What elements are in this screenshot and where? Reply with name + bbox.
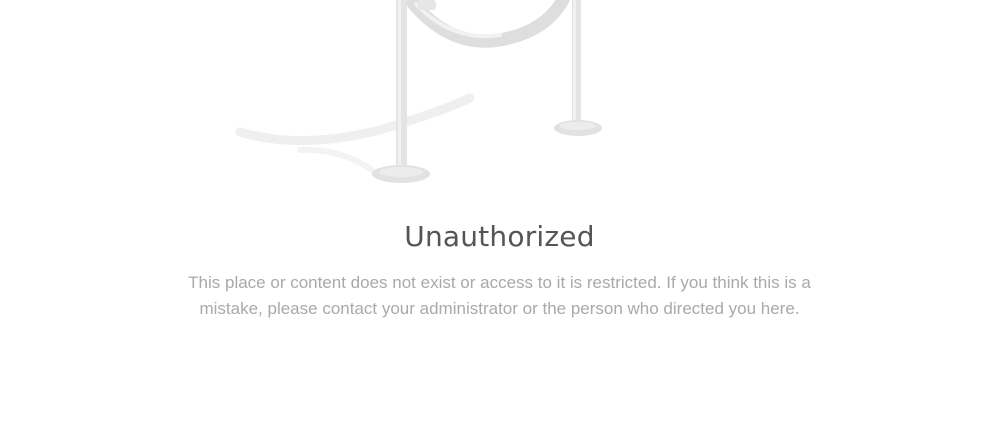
error-message: This place or content does not exist or … bbox=[188, 273, 811, 318]
velvet-rope-stanchion-icon bbox=[235, 0, 602, 183]
rope-hook bbox=[418, 0, 436, 10]
rope-shadow bbox=[235, 93, 475, 145]
unauthorized-page: Unauthorized This place or content does … bbox=[0, 0, 999, 427]
post-shadow bbox=[297, 146, 375, 173]
page-title: Unauthorized bbox=[404, 220, 595, 253]
left-post bbox=[396, 0, 407, 172]
